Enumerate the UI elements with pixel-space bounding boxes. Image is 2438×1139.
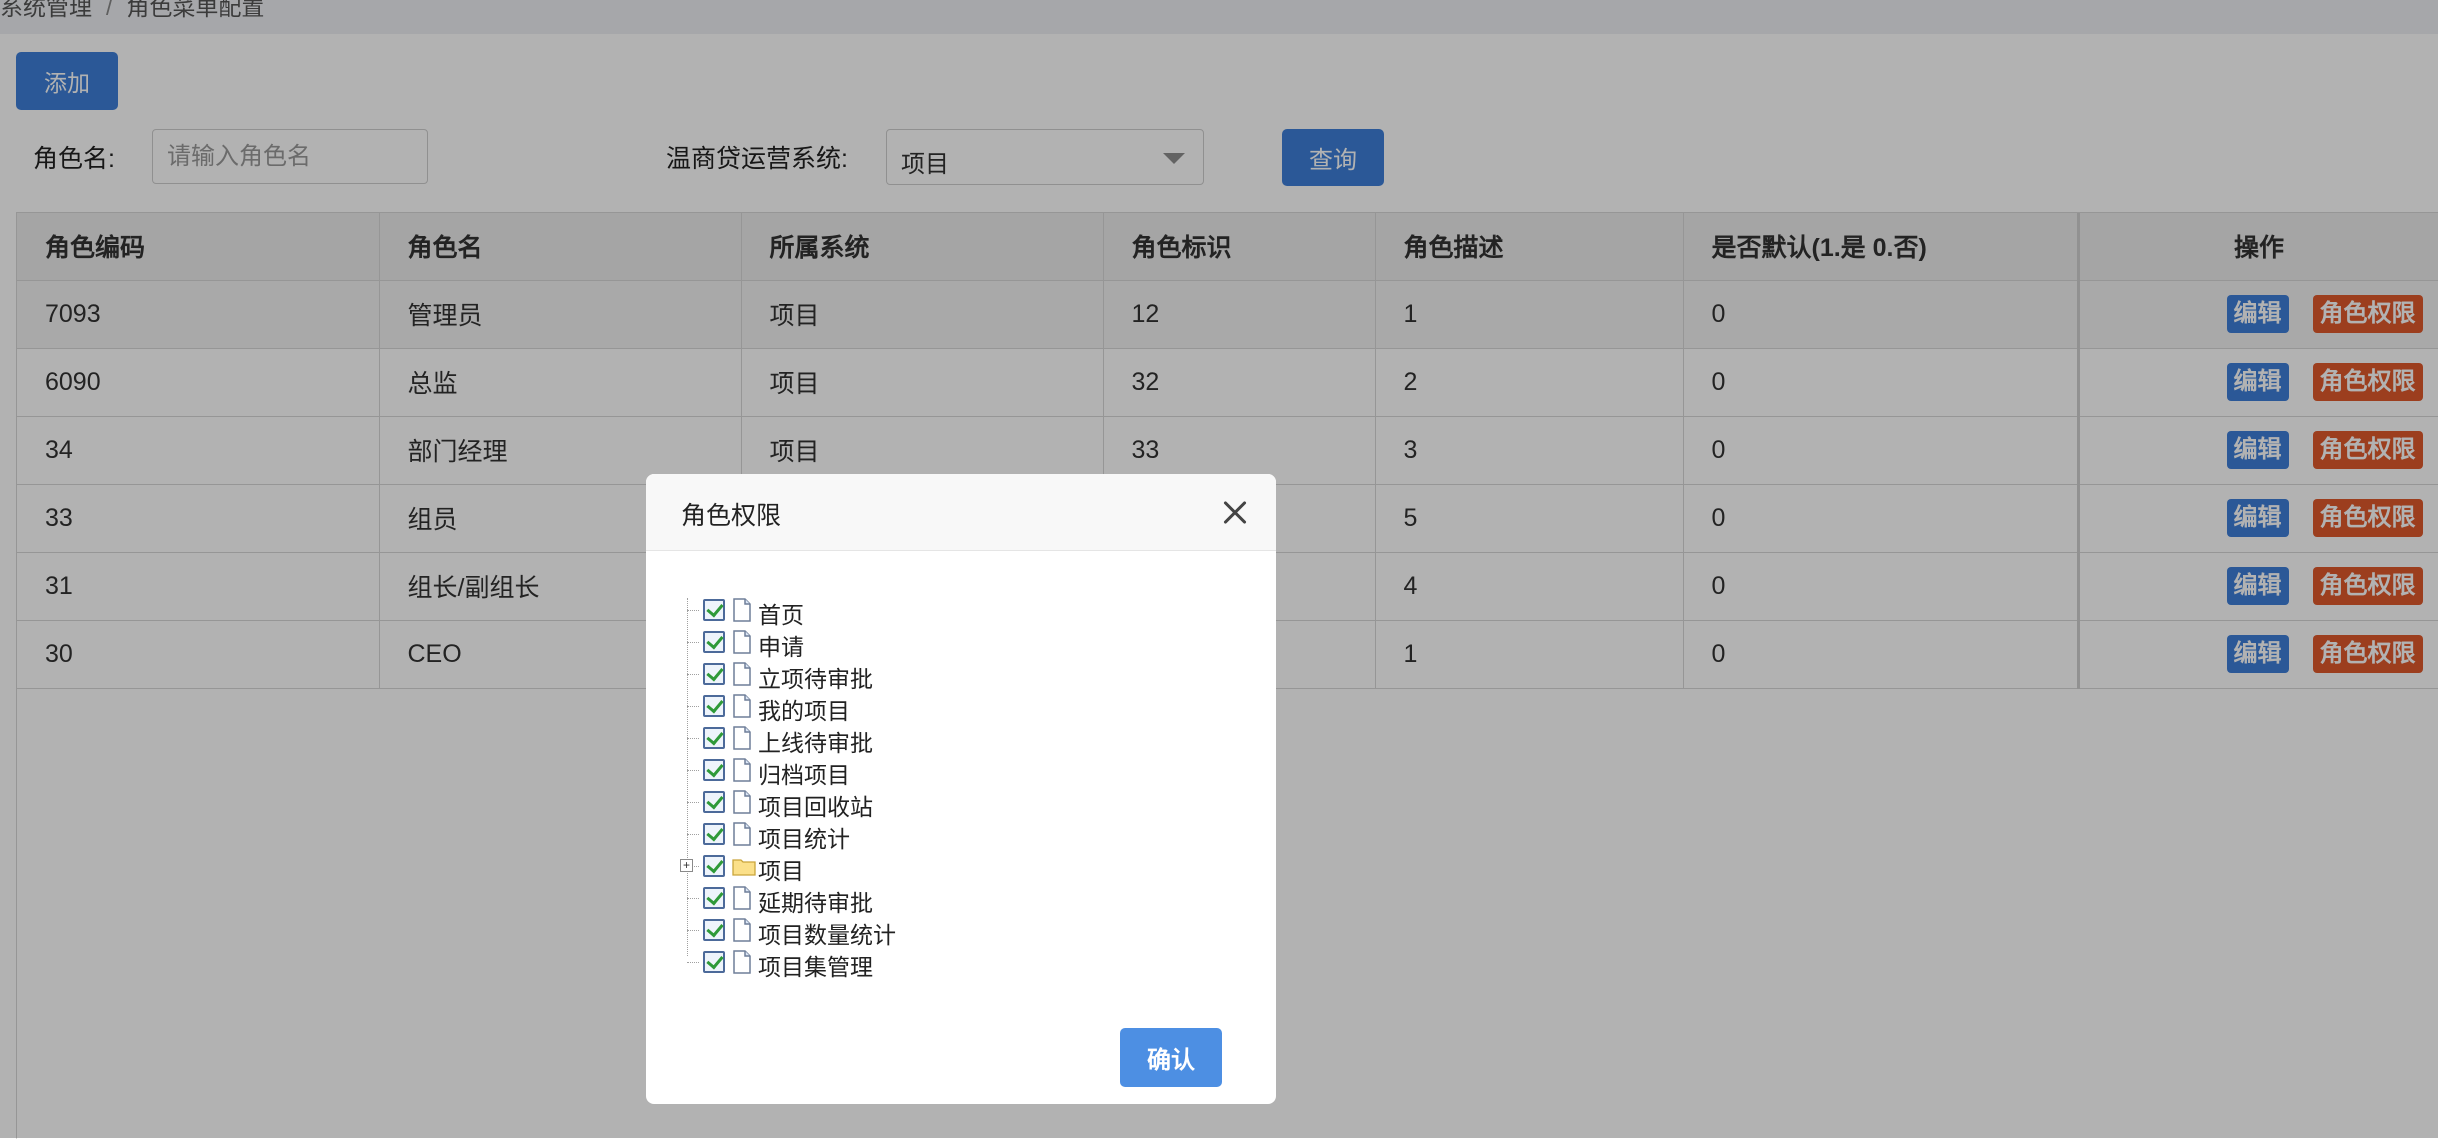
tree-node[interactable]: 延期待审批 — [676, 882, 1076, 916]
dialog-header: 角色权限 — [646, 474, 1276, 551]
tree-node-checkbox[interactable] — [703, 919, 725, 941]
tree-connector-line — [687, 834, 699, 835]
tree-node-checkbox[interactable] — [703, 599, 725, 621]
tree-node-label[interactable]: 项目统计 — [758, 820, 850, 854]
tree-node-checkbox[interactable] — [703, 727, 725, 749]
file-icon — [732, 726, 752, 750]
tree-node-checkbox[interactable] — [703, 951, 725, 973]
tree-node[interactable]: 立项待审批 — [676, 658, 1076, 692]
tree-connector-line — [687, 610, 699, 611]
file-icon — [732, 630, 752, 654]
file-icon — [732, 758, 752, 782]
tree-connector-line — [687, 674, 699, 675]
close-icon[interactable] — [1220, 498, 1250, 528]
tree-node[interactable]: 归档项目 — [676, 754, 1076, 788]
tree-connector-line — [687, 642, 699, 643]
tree-node-label[interactable]: 首页 — [758, 596, 804, 630]
tree-connector-line — [687, 770, 699, 771]
tree-node-checkbox[interactable] — [703, 631, 725, 653]
tree-connector-line — [687, 802, 699, 803]
tree-node-checkbox[interactable] — [703, 759, 725, 781]
tree-node-checkbox[interactable] — [703, 855, 725, 877]
folder-icon — [732, 854, 756, 878]
tree-node-label[interactable]: 上线待审批 — [758, 724, 873, 758]
tree-connector-line — [687, 898, 699, 899]
tree-connector-line — [687, 738, 699, 739]
tree-node-checkbox[interactable] — [703, 791, 725, 813]
permission-tree: 首页 申请 立项待审批 我的项目 上线待审批 归档项目 项目回收站 项目统计 + 项目 延期待审批项… — [676, 594, 1076, 980]
expand-plus-icon[interactable]: + — [680, 859, 693, 872]
tree-node[interactable]: 项目数量统计 — [676, 914, 1076, 948]
tree-node-label[interactable]: 立项待审批 — [758, 660, 873, 694]
file-icon — [732, 918, 752, 942]
file-icon — [732, 662, 752, 686]
file-icon — [732, 886, 752, 910]
tree-node[interactable]: 上线待审批 — [676, 722, 1076, 756]
tree-node-label[interactable]: 延期待审批 — [758, 884, 873, 918]
file-icon — [732, 950, 752, 974]
tree-node[interactable]: 项目回收站 — [676, 786, 1076, 820]
file-icon — [732, 822, 752, 846]
tree-node[interactable]: 申请 — [676, 626, 1076, 660]
tree-node[interactable]: + 项目 — [676, 850, 1076, 884]
tree-node-label[interactable]: 我的项目 — [758, 692, 850, 726]
confirm-button[interactable]: 确认 — [1120, 1028, 1222, 1087]
tree-node-label[interactable]: 项目回收站 — [758, 788, 873, 822]
tree-node[interactable]: 项目集管理 — [676, 946, 1076, 980]
tree-node-checkbox[interactable] — [703, 823, 725, 845]
tree-node-label[interactable]: 归档项目 — [758, 756, 850, 790]
tree-node[interactable]: 项目统计 — [676, 818, 1076, 852]
file-icon — [732, 598, 752, 622]
file-icon — [732, 790, 752, 814]
tree-node-checkbox[interactable] — [703, 695, 725, 717]
tree-connector-line — [687, 706, 699, 707]
tree-node-label[interactable]: 项目 — [758, 852, 804, 886]
tree-node-checkbox[interactable] — [703, 663, 725, 685]
tree-node-label[interactable]: 项目数量统计 — [758, 916, 896, 950]
tree-connector-line — [687, 962, 699, 963]
file-icon — [732, 694, 752, 718]
tree-node-checkbox[interactable] — [703, 887, 725, 909]
tree-node-label[interactable]: 项目集管理 — [758, 948, 873, 982]
tree-node-label[interactable]: 申请 — [758, 628, 804, 662]
tree-node[interactable]: 我的项目 — [676, 690, 1076, 724]
tree-node[interactable]: 首页 — [676, 594, 1076, 628]
dialog-title: 角色权限 — [681, 502, 782, 530]
role-permission-dialog: 角色权限 首页 申请 立项待审批 我的项目 上线待审批 归档项目 项目回收站 项目统计 + 项目延… — [646, 474, 1276, 1104]
tree-connector-line — [687, 930, 699, 931]
